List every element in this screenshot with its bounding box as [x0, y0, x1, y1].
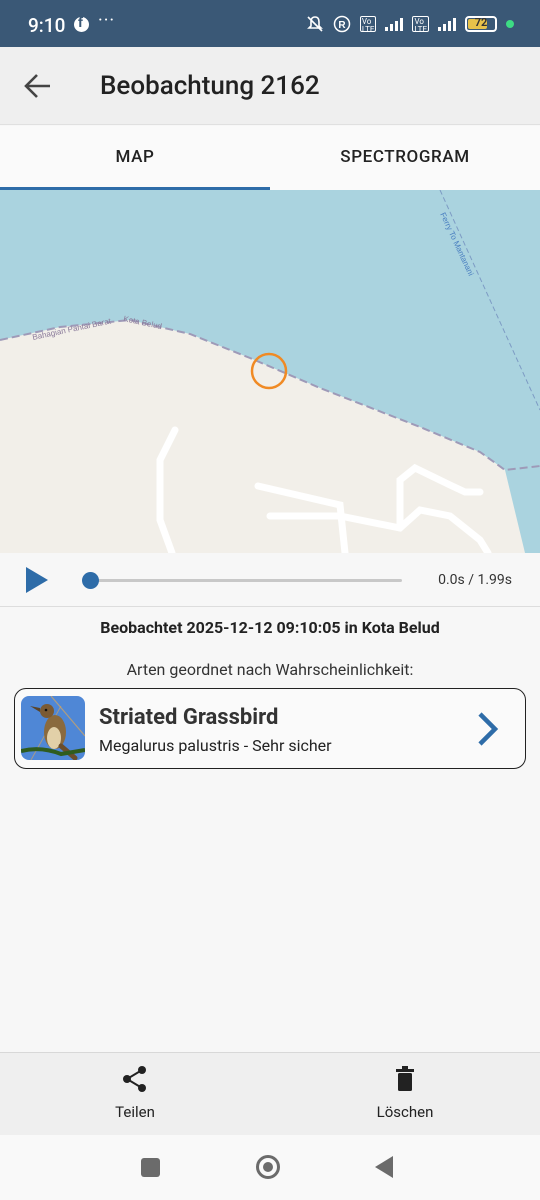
species-detail: Megalurus palustris - Sehr sicher	[99, 736, 332, 755]
share-icon	[123, 1066, 146, 1092]
page-title: Beobachtung 2162	[100, 71, 320, 101]
tab-bar: MAP SPECTROGRAM	[0, 126, 540, 190]
audio-player: 0.0s / 1.99s	[0, 553, 540, 607]
dot-indicator	[506, 20, 514, 28]
map-view[interactable]: Ferry To Mantanani Bahagian Pantai Barat…	[0, 190, 540, 553]
delete-button[interactable]: Löschen	[345, 1065, 465, 1121]
share-label: Teilen	[115, 1103, 155, 1121]
status-bar: 9:10 ··· R VoLTE VoLTE 72	[0, 0, 540, 47]
species-card[interactable]: Striated Grassbird Megalurus palustris -…	[14, 688, 526, 769]
more-notifications-icon: ···	[98, 10, 116, 31]
system-icons: R Vo LTE Vo LTE 72	[306, 15, 514, 34]
4g-signal-icon	[438, 17, 456, 31]
facebook-icon	[74, 15, 89, 32]
species-common-name: Striated Grassbird	[99, 705, 279, 730]
playback-thumb[interactable]	[82, 572, 99, 589]
playback-track[interactable]	[90, 579, 402, 582]
battery-icon: 72	[465, 16, 497, 32]
play-icon[interactable]	[26, 567, 48, 593]
chevron-right-icon[interactable]	[475, 711, 501, 747]
svg-text:R: R	[338, 20, 346, 31]
signal-icon	[385, 17, 404, 31]
tab-spectrogram[interactable]: SPECTROGRAM	[270, 126, 540, 190]
volte-icon-2: Vo LTE	[412, 16, 429, 34]
volte-icon: Vo LTE	[359, 16, 377, 34]
share-button[interactable]: Teilen	[75, 1065, 195, 1121]
bird-thumbnail	[21, 696, 85, 760]
mute-icon	[306, 16, 323, 32]
back-icon[interactable]	[375, 1156, 393, 1178]
trash-icon	[396, 1066, 414, 1091]
delete-label: Löschen	[376, 1103, 434, 1121]
system-navigation-bar	[0, 1135, 540, 1200]
species-list-heading: Arten geordnet nach Wahrscheinlichkeit:	[126, 660, 414, 679]
observation-summary: Beobachtet 2025-12-12 09:10:05 in Kota B…	[100, 618, 440, 637]
tab-map[interactable]: MAP	[0, 126, 270, 190]
playback-time: 0.0s / 1.99s	[438, 572, 512, 588]
back-arrow-icon[interactable]	[22, 71, 54, 101]
home-icon[interactable]	[256, 1155, 280, 1179]
registered-icon: R	[333, 15, 351, 33]
status-time: 9:10	[28, 14, 66, 37]
recents-icon[interactable]	[141, 1158, 160, 1177]
bottom-action-bar: Teilen Löschen	[0, 1052, 540, 1135]
app-bar: Beobachtung 2162	[0, 47, 540, 125]
